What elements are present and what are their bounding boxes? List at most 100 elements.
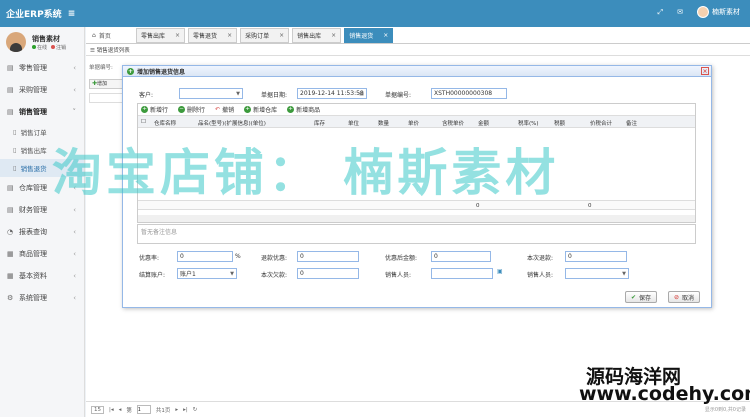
top-bar: 企业ERP系统 ≡ ⤢ ✉ 楠斯素材: [0, 0, 750, 27]
page-label: 第: [126, 407, 132, 414]
watermark-site-url: www.codehy.com: [579, 383, 750, 405]
customer-select[interactable]: ▼: [179, 88, 243, 99]
logout-link[interactable]: 注销: [51, 44, 66, 51]
chevron-left-icon: ‹: [73, 86, 76, 94]
save-button[interactable]: ✔ 保存: [625, 291, 658, 303]
message-icon[interactable]: ✉: [677, 8, 683, 16]
col-warehouse: 仓库名称: [154, 121, 177, 127]
cancel-button[interactable]: ⊘ 取消: [668, 291, 701, 303]
after-discount-label: 优惠后金额:: [385, 255, 418, 262]
close-icon[interactable]: ×: [175, 32, 180, 39]
doc-icon: ▯: [13, 164, 17, 172]
chevron-down-icon: ▼: [236, 90, 240, 97]
add-goods-button[interactable]: + 新增商品: [287, 105, 320, 114]
fullscreen-icon[interactable]: ⤢: [658, 8, 664, 17]
select-all-checkbox[interactable]: ☐: [141, 119, 146, 125]
total-tax: 0: [588, 203, 592, 209]
pager-info: 显示0到0,共0记录: [704, 407, 746, 413]
watermark-shop: 淘宝店铺： 楠斯素材: [52, 144, 560, 202]
chevron-left-icon: ‹: [73, 250, 76, 258]
user-menu[interactable]: 楠斯素材: [697, 6, 740, 18]
bg-add-button[interactable]: ✚增加: [89, 79, 125, 89]
total-pages: 共1页: [155, 407, 171, 414]
account-label: 结算账户:: [139, 272, 166, 279]
panel-title: ☰ 销售退货列表: [86, 44, 750, 56]
sidebar-item-goods[interactable]: ▦ 商品管理 ‹: [0, 243, 84, 265]
doc-icon: ▯: [13, 128, 17, 136]
refund-discount-input[interactable]: 0: [297, 251, 359, 262]
grid-scrollbar[interactable]: [138, 215, 695, 222]
next-page-icon[interactable]: ▸: [175, 407, 178, 413]
close-icon[interactable]: ×: [331, 32, 336, 39]
this-debt-input[interactable]: 0: [297, 268, 359, 279]
sidebar-item-purchase[interactable]: ▤ 采购管理 ‹: [0, 79, 84, 101]
tab-bar: ⌂ 首页 零售出库 × 零售退货 × 采购订单 × 销售出库 × 销售退货 ×: [86, 27, 750, 44]
col-price: 单价: [408, 121, 420, 127]
this-refund-input[interactable]: 0: [565, 251, 627, 262]
chevron-left-icon: ‹: [73, 64, 76, 72]
menu-toggle-icon[interactable]: ≡: [68, 9, 76, 19]
col-stock: 库存: [314, 121, 326, 127]
add-warehouse-button[interactable]: + 新增仓库: [244, 105, 277, 114]
report-icon: ◔: [7, 228, 14, 236]
top-right-tools: ⤢ ✉ 楠斯素材: [658, 6, 740, 18]
bg-table-header: [89, 93, 125, 103]
date-label: 单据日期:: [261, 92, 288, 99]
sidebar-item-sales[interactable]: ▤ 销售管理 ˅: [0, 101, 84, 123]
number-input[interactable]: XSTH00000000308: [431, 88, 507, 99]
home-icon: ⌂: [92, 31, 96, 39]
purchase-icon: ▤: [7, 86, 14, 94]
gear-icon: ⚙: [7, 294, 14, 302]
chevron-left-icon: ‹: [73, 294, 76, 302]
sidebar-item-system[interactable]: ⚙ 系统管理 ‹: [0, 287, 84, 309]
finance-icon: ▤: [7, 206, 14, 214]
tab-purchase-order[interactable]: 采购订单 ×: [240, 27, 290, 43]
close-icon[interactable]: ×: [227, 32, 232, 39]
close-icon[interactable]: ×: [279, 32, 284, 39]
list-icon: ☰: [90, 48, 97, 54]
col-qty: 数量: [378, 121, 390, 127]
tab-retail-return[interactable]: 零售退货 ×: [188, 27, 238, 43]
close-icon[interactable]: ×: [383, 32, 388, 39]
undo-icon: ↶: [215, 106, 221, 113]
salesman-label: 销售人员:: [527, 272, 554, 279]
sidebar-item-basic[interactable]: ▦ 基本资料 ‹: [0, 265, 84, 287]
remark-textarea[interactable]: 暂无备注信息: [137, 224, 696, 244]
undo-button[interactable]: ↶ 撤销: [215, 105, 234, 114]
sidebar-item-retail[interactable]: ▤ 零售管理 ‹: [0, 57, 84, 79]
discount-rate-label: 优惠率:: [139, 255, 160, 262]
user-avatar: [6, 32, 26, 52]
dialog-close-icon[interactable]: ×: [701, 67, 709, 75]
discount-rate-input[interactable]: 0: [177, 251, 233, 262]
app-brand: 企业ERP系统 ≡: [0, 7, 85, 21]
col-tax: 税额: [554, 121, 566, 127]
last-page-icon[interactable]: ▸|: [183, 407, 188, 413]
delete-row-button[interactable]: − 删除行: [178, 105, 205, 114]
sidebar-item-reports[interactable]: ◔ 报表查询 ‹: [0, 221, 84, 243]
col-unit: 单位: [348, 121, 360, 127]
add-icon: +: [127, 67, 134, 75]
sales-person-input[interactable]: [431, 268, 493, 279]
chevron-down-icon: ˅: [72, 108, 77, 116]
page-input[interactable]: [136, 405, 151, 414]
first-page-icon[interactable]: |◂: [109, 407, 114, 413]
salesman-select[interactable]: ▼: [565, 268, 629, 279]
people-icon[interactable]: ▣: [497, 268, 503, 275]
tab-sales-out[interactable]: 销售出库 ×: [292, 27, 342, 43]
prev-page-icon[interactable]: ◂: [119, 407, 122, 413]
tab-sales-return[interactable]: 销售退货 ×: [344, 27, 394, 43]
date-input[interactable]: 2019-12-14 11:53:58 ▦: [297, 88, 367, 99]
add-row-button[interactable]: + 新增行: [141, 105, 168, 114]
after-discount-input[interactable]: 0: [431, 251, 491, 262]
chevron-left-icon: ‹: [73, 206, 76, 214]
customer-label: 客户:: [139, 92, 154, 99]
grid-header: ☐ 仓库名称 品名(型号)(扩展信息)(单位) 库存 单位 数量 单价 含税单价…: [138, 116, 695, 128]
app-title: 企业ERP系统: [6, 10, 62, 20]
col-goods: 品名(型号)(扩展信息)(单位): [198, 121, 266, 127]
refresh-icon[interactable]: ↻: [193, 407, 198, 413]
account-select[interactable]: 账户1 ▼: [177, 268, 237, 279]
cancel-icon: ⊘: [674, 293, 680, 301]
tab-retail-out[interactable]: 零售出库 ×: [136, 27, 186, 43]
page-size-select[interactable]: 15: [91, 405, 104, 414]
tab-home[interactable]: ⌂ 首页: [86, 31, 136, 40]
